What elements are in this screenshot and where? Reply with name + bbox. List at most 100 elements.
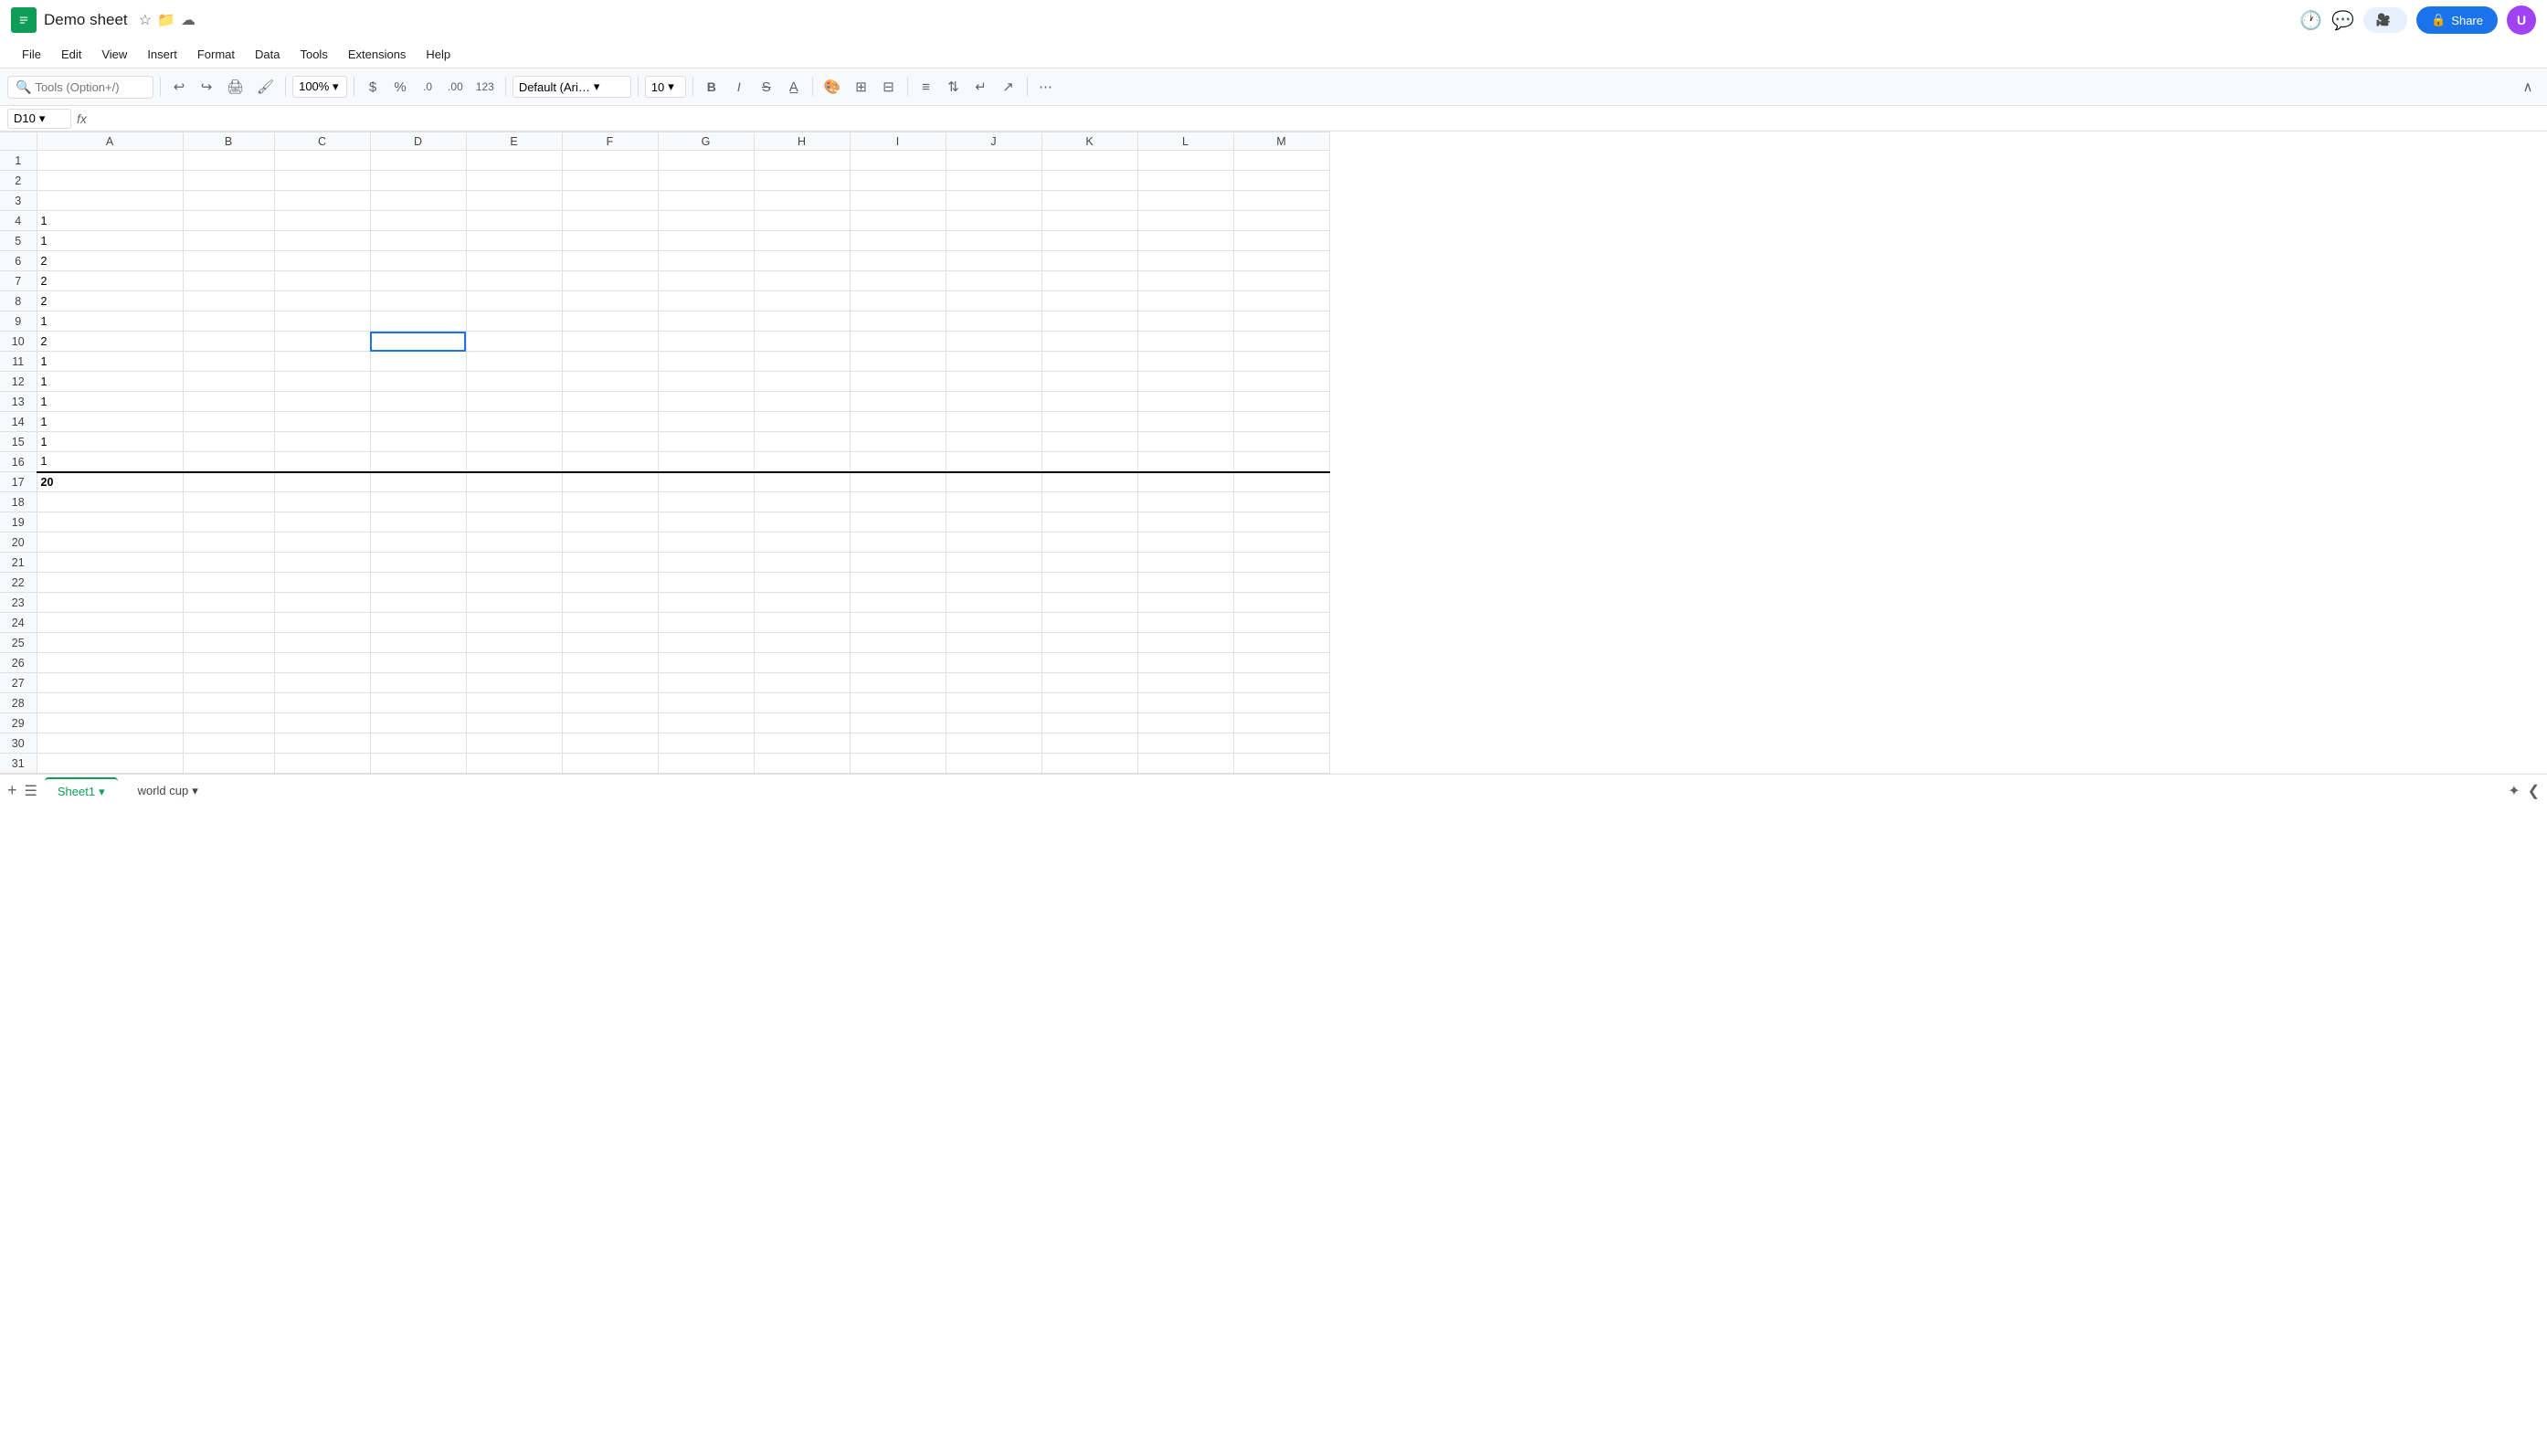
cell-15-4[interactable] <box>370 432 466 452</box>
cell-14-8[interactable] <box>754 412 850 432</box>
cell-14-12[interactable] <box>1137 412 1233 432</box>
cell-1-5[interactable] <box>466 151 562 171</box>
cell-31-1[interactable] <box>37 754 183 774</box>
cell-8-11[interactable] <box>1041 291 1137 311</box>
cell-31-10[interactable] <box>946 754 1041 774</box>
cell-26-6[interactable] <box>562 653 658 673</box>
cell-4-1[interactable]: 1 <box>37 211 183 231</box>
cell-12-5[interactable] <box>466 372 562 392</box>
cell-26-13[interactable] <box>1233 653 1329 673</box>
cell-25-2[interactable] <box>183 633 274 653</box>
cell-28-13[interactable] <box>1233 693 1329 713</box>
cell-21-8[interactable] <box>754 553 850 573</box>
cell-3-5[interactable] <box>466 191 562 211</box>
row-header-7[interactable]: 7 <box>0 271 37 291</box>
cell-10-13[interactable] <box>1233 332 1329 352</box>
rotation-button[interactable]: ↗ <box>997 75 1020 99</box>
cell-4-13[interactable] <box>1233 211 1329 231</box>
cell-26-3[interactable] <box>274 653 370 673</box>
share-button[interactable]: 🔒 Share <box>2416 6 2498 34</box>
cell-17-7[interactable] <box>658 472 754 492</box>
cell-26-12[interactable] <box>1137 653 1233 673</box>
col-header-a[interactable]: A <box>37 132 183 151</box>
cell-30-9[interactable] <box>850 733 946 754</box>
row-header-28[interactable]: 28 <box>0 693 37 713</box>
cell-24-2[interactable] <box>183 613 274 633</box>
cell-20-1[interactable] <box>37 533 183 553</box>
cell-25-3[interactable] <box>274 633 370 653</box>
cell-4-3[interactable] <box>274 211 370 231</box>
row-header-14[interactable]: 14 <box>0 412 37 432</box>
row-header-31[interactable]: 31 <box>0 754 37 774</box>
worldcup-dropdown[interactable]: ▾ <box>192 784 198 798</box>
cell-11-2[interactable] <box>183 352 274 372</box>
cell-22-12[interactable] <box>1137 573 1233 593</box>
cell-20-13[interactable] <box>1233 533 1329 553</box>
cell-5-8[interactable] <box>754 231 850 251</box>
cell-12-4[interactable] <box>370 372 466 392</box>
cell-20-5[interactable] <box>466 533 562 553</box>
add-sheet-button[interactable]: + <box>7 781 17 800</box>
italic-button[interactable]: I <box>727 76 751 98</box>
cell-22-7[interactable] <box>658 573 754 593</box>
cell-12-2[interactable] <box>183 372 274 392</box>
cell-19-3[interactable] <box>274 512 370 533</box>
cell-7-8[interactable] <box>754 271 850 291</box>
menu-extensions[interactable]: Extensions <box>339 44 416 65</box>
cell-15-10[interactable] <box>946 432 1041 452</box>
cell-14-2[interactable] <box>183 412 274 432</box>
cell-7-12[interactable] <box>1137 271 1233 291</box>
cell-13-10[interactable] <box>946 392 1041 412</box>
cell-27-2[interactable] <box>183 673 274 693</box>
cell-24-7[interactable] <box>658 613 754 633</box>
cell-29-1[interactable] <box>37 713 183 733</box>
cell-25-4[interactable] <box>370 633 466 653</box>
row-header-10[interactable]: 10 <box>0 332 37 352</box>
formula-input[interactable] <box>92 111 2540 125</box>
row-header-29[interactable]: 29 <box>0 713 37 733</box>
cell-10-5[interactable] <box>466 332 562 352</box>
cell-30-5[interactable] <box>466 733 562 754</box>
cell-31-2[interactable] <box>183 754 274 774</box>
cell-16-9[interactable] <box>850 452 946 472</box>
cell-11-8[interactable] <box>754 352 850 372</box>
cell-18-2[interactable] <box>183 492 274 512</box>
cell-1-3[interactable] <box>274 151 370 171</box>
cell-27-10[interactable] <box>946 673 1041 693</box>
cell-29-3[interactable] <box>274 713 370 733</box>
cell-11-3[interactable] <box>274 352 370 372</box>
cell-1-11[interactable] <box>1041 151 1137 171</box>
cell-9-3[interactable] <box>274 311 370 332</box>
menu-help[interactable]: Help <box>417 44 460 65</box>
cell-6-13[interactable] <box>1233 251 1329 271</box>
cell-21-2[interactable] <box>183 553 274 573</box>
cell-28-4[interactable] <box>370 693 466 713</box>
cell-6-1[interactable]: 2 <box>37 251 183 271</box>
cell-28-8[interactable] <box>754 693 850 713</box>
cell-8-9[interactable] <box>850 291 946 311</box>
col-header-k[interactable]: K <box>1041 132 1137 151</box>
row-header-17[interactable]: 17 <box>0 472 37 492</box>
cell-27-7[interactable] <box>658 673 754 693</box>
cell-30-8[interactable] <box>754 733 850 754</box>
cell-26-9[interactable] <box>850 653 946 673</box>
cell-11-12[interactable] <box>1137 352 1233 372</box>
cell-30-10[interactable] <box>946 733 1041 754</box>
menu-view[interactable]: View <box>92 44 136 65</box>
cell-15-6[interactable] <box>562 432 658 452</box>
cell-8-13[interactable] <box>1233 291 1329 311</box>
cell-17-10[interactable] <box>946 472 1041 492</box>
cell-5-5[interactable] <box>466 231 562 251</box>
cell-12-7[interactable] <box>658 372 754 392</box>
font-size-dropdown[interactable]: 10▾ <box>645 76 686 98</box>
cell-17-2[interactable] <box>183 472 274 492</box>
cell-31-6[interactable] <box>562 754 658 774</box>
cell-24-13[interactable] <box>1233 613 1329 633</box>
cell-13-4[interactable] <box>370 392 466 412</box>
row-header-5[interactable]: 5 <box>0 231 37 251</box>
cell-7-10[interactable] <box>946 271 1041 291</box>
cell-16-10[interactable] <box>946 452 1041 472</box>
cell-24-8[interactable] <box>754 613 850 633</box>
cell-17-1[interactable]: 20 <box>37 472 183 492</box>
cell-20-7[interactable] <box>658 533 754 553</box>
